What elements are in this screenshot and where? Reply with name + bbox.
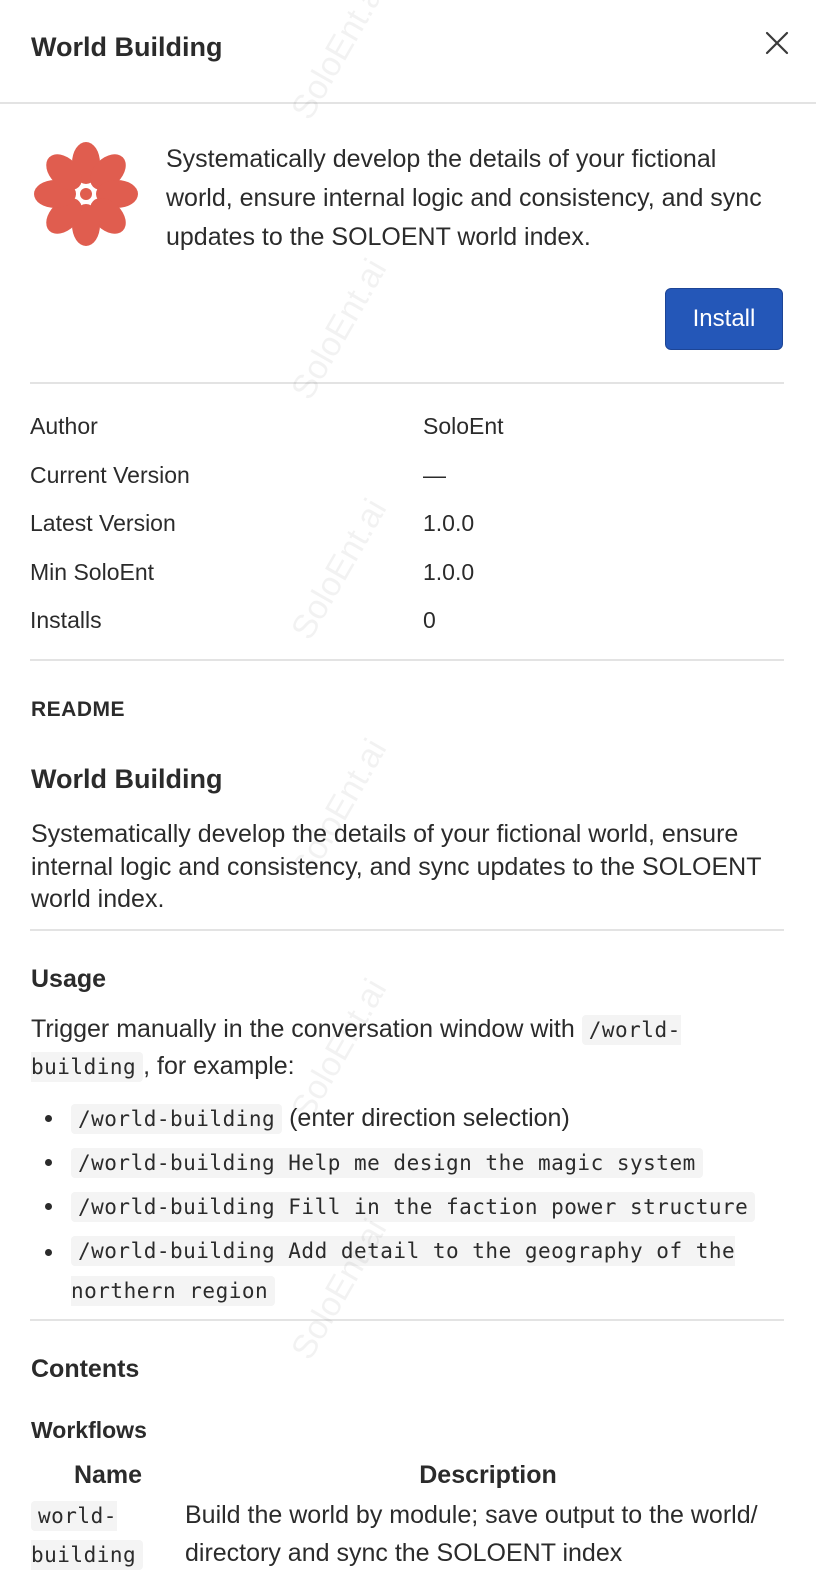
workflow-name-cell: world-building [31, 1496, 185, 1574]
install-button[interactable]: Install [665, 288, 783, 350]
contents-heading: Contents [31, 1355, 140, 1383]
meta-row-current-version: Current Version — [30, 454, 784, 503]
meta-label: Installs [30, 607, 102, 633]
divider [30, 382, 784, 384]
readme-label: README [31, 698, 126, 721]
readme-description: Systematically develop the details of yo… [31, 820, 762, 913]
usage-intro-text-after: , for example: [143, 1052, 295, 1080]
list-item: /world-building Fill in the faction powe… [31, 1185, 791, 1229]
readme-title: World Building [31, 764, 223, 794]
list-item-text: (enter direction selection) [282, 1104, 570, 1132]
list-item: /world-building Help me design the magic… [31, 1141, 791, 1185]
inline-code: /world-building Fill in the faction powe… [71, 1192, 756, 1222]
usage-intro: Trigger manually in the conversation win… [31, 1011, 791, 1085]
list-item: /world-building Add detail to the geogra… [31, 1229, 791, 1311]
workflow-description-cell: Build the world by module; save output t… [185, 1501, 758, 1567]
list-item: /world-building (enter direction selecti… [31, 1097, 791, 1141]
meta-row-min-soloent: Min SoloEnt 1.0.0 [30, 551, 784, 600]
meta-label: Current Version [30, 461, 190, 488]
table-row: world-building Build the world by module… [31, 1496, 791, 1574]
meta-row-latest-version: Latest Version 1.0.0 [30, 502, 784, 551]
skill-description: Systematically develop the details of yo… [166, 145, 762, 251]
table-header-row: Name Description [31, 1458, 791, 1496]
inline-code: /world-building Help me design the magic… [71, 1148, 703, 1178]
inline-code: /world-building [71, 1104, 283, 1134]
meta-row-installs: Installs 0 [30, 599, 784, 648]
flower-logo-icon [34, 142, 138, 246]
meta-label: Author [30, 413, 98, 439]
meta-label: Min SoloEnt [30, 558, 155, 585]
metadata-table: Author SoloEnt Current Version — Latest … [30, 405, 784, 648]
workflows-table: Name Description world-building Build th… [31, 1458, 791, 1574]
column-header-name: Name [73, 1461, 143, 1489]
divider [30, 659, 784, 661]
meta-value: 1.0.0 [423, 558, 475, 585]
meta-value: 0 [423, 607, 436, 633]
inline-code: world-building [31, 1501, 144, 1570]
close-icon [765, 31, 789, 55]
inline-code: /world-building Add detail to the geogra… [71, 1236, 736, 1306]
panel-title: World Building [31, 32, 223, 62]
usage-intro-text: Trigger manually in the conversation win… [31, 1015, 575, 1043]
column-header-description: Description [419, 1461, 557, 1489]
workflows-heading: Workflows [31, 1417, 147, 1443]
close-button[interactable] [764, 30, 790, 56]
meta-label: Latest Version [30, 510, 176, 536]
usage-examples-list: /world-building (enter direction selecti… [31, 1097, 791, 1311]
divider [30, 929, 784, 931]
meta-row-author: Author SoloEnt [30, 405, 784, 454]
meta-value: SoloEnt [423, 413, 504, 439]
usage-heading: Usage [31, 965, 107, 993]
meta-value: 1.0.0 [423, 510, 475, 536]
meta-value: — [423, 461, 446, 488]
panel-header: World Building [0, 0, 816, 104]
divider [30, 1319, 784, 1321]
